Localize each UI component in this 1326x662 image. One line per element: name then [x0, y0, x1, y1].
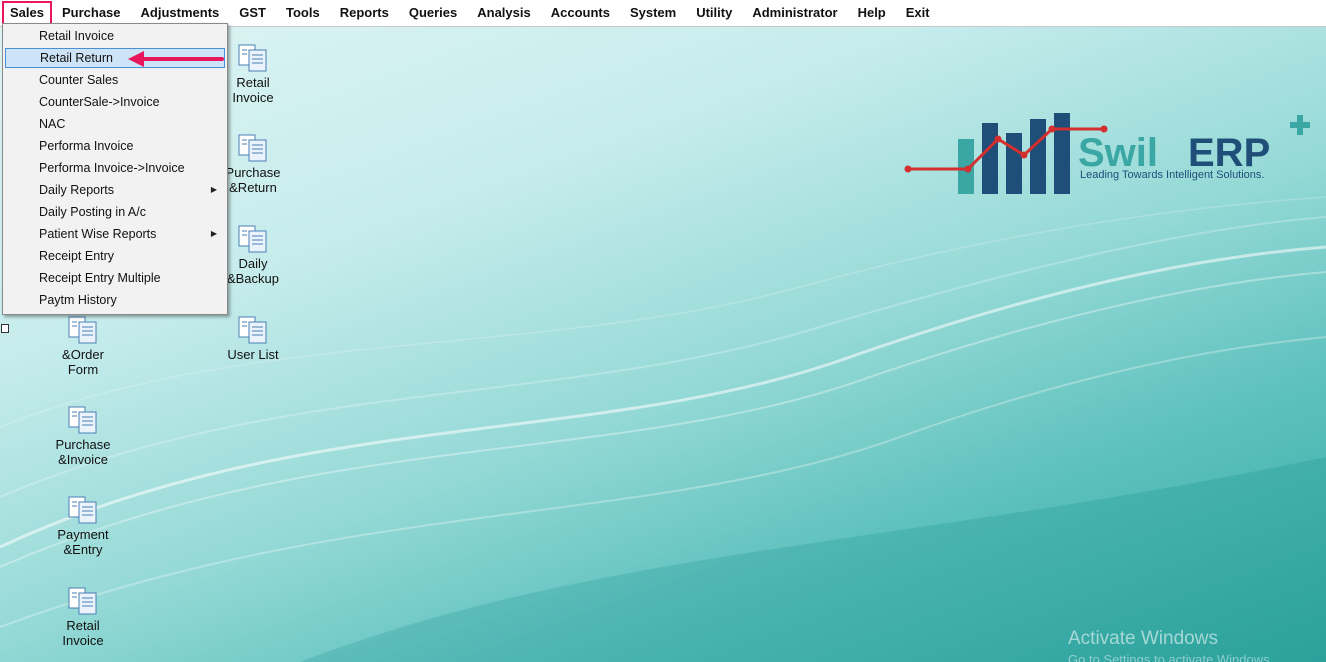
menu-item-label: Patient Wise Reports — [39, 227, 157, 241]
shortcut-label-line1: Payment — [57, 527, 109, 542]
menu-item-daily-posting[interactable]: Daily Posting in A/c — [5, 202, 225, 222]
desktop-shortcut-payment-entry[interactable]: Payment &Entry — [43, 496, 123, 557]
shortcut-label-line2: &Entry — [63, 542, 103, 557]
document-icon — [238, 134, 267, 162]
menu-purchase[interactable]: Purchase — [52, 2, 131, 24]
menu-item-label: NAC — [39, 117, 66, 131]
menu-help[interactable]: Help — [848, 2, 896, 24]
submenu-arrow-icon: ▶ — [210, 185, 217, 194]
menu-item-receipt-entry[interactable]: Receipt Entry — [5, 246, 225, 266]
menu-utility[interactable]: Utility — [686, 2, 742, 24]
desktop-shortcut-purchase-invoice[interactable]: Purchase &Invoice — [43, 406, 123, 467]
document-icon — [68, 587, 97, 615]
submenu-arrow-icon: ▶ — [210, 229, 217, 238]
shortcut-label-line1: &Order — [62, 347, 104, 362]
menu-item-paytm-history[interactable]: Paytm History — [5, 290, 225, 310]
desktop-shortcut-retail-invoice[interactable]: Retail Invoice — [43, 587, 123, 648]
document-icon — [68, 316, 97, 344]
shortcut-label-line2: &Invoice — [58, 452, 108, 467]
desktop-shortcut-order-form[interactable]: &Order Form — [43, 316, 123, 377]
document-icon — [238, 316, 267, 344]
menu-item-label: Retail Invoice — [39, 29, 115, 43]
menu-item-label: Counter Sales — [39, 73, 119, 87]
menu-item-performa-invoice[interactable]: Performa Invoice — [5, 136, 225, 156]
shortcut-label-line1: Retail — [66, 618, 100, 633]
menu-item-label: Receipt Entry Multiple — [39, 271, 161, 285]
menu-exit[interactable]: Exit — [896, 2, 940, 24]
desktop-shortcut-user-list[interactable]: User List — [213, 316, 293, 362]
menu-item-patient-wise-reports[interactable]: Patient Wise Reports ▶ — [5, 224, 225, 244]
annotation-arrow-icon — [128, 51, 224, 67]
document-icon — [68, 406, 97, 434]
menu-item-retail-invoice[interactable]: Retail Invoice — [5, 26, 225, 46]
menu-item-label: Retail Return — [40, 51, 113, 65]
menu-adjustments[interactable]: Adjustments — [131, 2, 230, 24]
activate-windows-subtitle: Go to Settings to activate Windows. — [1068, 652, 1274, 662]
menu-item-nac[interactable]: NAC — [5, 114, 225, 134]
menu-gst[interactable]: GST — [229, 2, 276, 24]
shortcut-label-line1: User List — [227, 347, 279, 362]
activate-windows-title: Activate Windows — [1068, 628, 1218, 649]
shortcut-label-line1: Purchase — [55, 437, 111, 452]
menu-item-label: Receipt Entry — [39, 249, 115, 263]
menu-accounts[interactable]: Accounts — [541, 2, 620, 24]
document-icon — [68, 496, 97, 524]
menu-analysis[interactable]: Analysis — [467, 2, 540, 24]
menu-item-label: Performa Invoice->Invoice — [39, 161, 185, 175]
menu-item-counter-sales[interactable]: Counter Sales — [5, 70, 225, 90]
document-icon — [238, 225, 267, 253]
menu-reports[interactable]: Reports — [330, 2, 399, 24]
logo-tagline: Leading Towards Intelligent Solutions. — [1080, 169, 1264, 181]
document-icon — [238, 44, 267, 72]
menu-item-daily-reports[interactable]: Daily Reports ▶ — [5, 180, 225, 200]
menu-item-label: Daily Reports — [39, 183, 115, 197]
menu-item-performa-invoice-to-invoice[interactable]: Performa Invoice->Invoice — [5, 158, 225, 178]
small-checkbox[interactable] — [1, 324, 9, 333]
menu-item-label: CounterSale->Invoice — [39, 95, 160, 109]
menu-item-label: Performa Invoice — [39, 139, 134, 153]
menu-administrator[interactable]: Administrator — [742, 2, 847, 24]
menu-tools[interactable]: Tools — [276, 2, 330, 24]
shortcut-label-line2: Invoice — [62, 633, 104, 648]
menu-queries[interactable]: Queries — [399, 2, 467, 24]
shortcut-label-line2: Form — [67, 362, 99, 377]
menu-item-countersale-invoice[interactable]: CounterSale->Invoice — [5, 92, 225, 112]
menu-system[interactable]: System — [620, 2, 686, 24]
menu-sales[interactable]: Sales — [2, 1, 52, 25]
menu-item-label: Daily Posting in A/c — [39, 205, 146, 219]
menu-item-label: Paytm History — [39, 293, 117, 307]
swilerp-logo: Swil ERP Leading Towards Intelligent Sol… — [904, 113, 1310, 194]
menu-item-receipt-entry-multiple[interactable]: Receipt Entry Multiple — [5, 268, 225, 288]
